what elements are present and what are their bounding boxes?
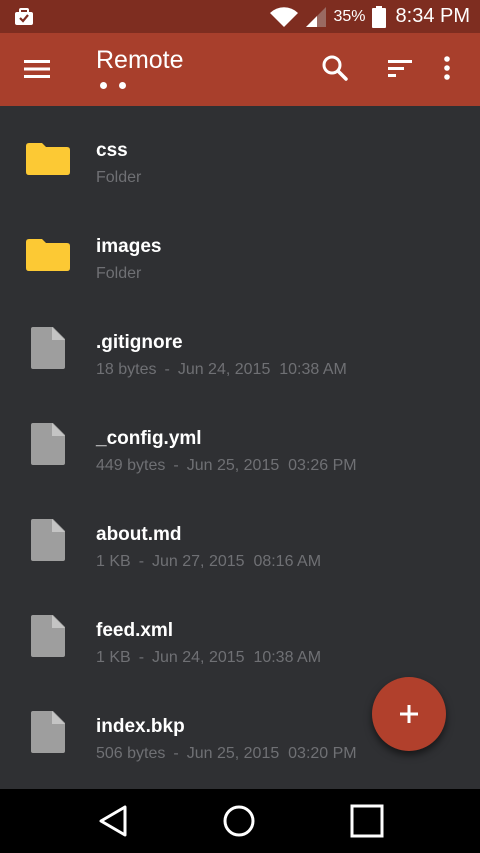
file-meta: Folder	[96, 265, 141, 283]
folder-icon	[26, 143, 70, 175]
search-icon[interactable]	[318, 51, 352, 85]
navigation-bar	[0, 789, 480, 853]
signal-icon	[306, 6, 327, 27]
file-icon	[31, 711, 65, 753]
page-indicator	[100, 82, 126, 89]
page-title: Remote	[96, 46, 184, 74]
battery-percent: 35%	[333, 7, 366, 25]
sort-icon[interactable]	[383, 51, 417, 85]
file-date: Jun 25, 2015	[186, 745, 280, 762]
file-size: 1 KB	[96, 553, 131, 570]
clock: 8:34 PM	[395, 5, 470, 27]
file-name: about.md	[96, 524, 182, 545]
add-icon	[400, 705, 418, 723]
page-indicator-dot	[100, 82, 107, 89]
file-time: 03:26 PM	[288, 457, 357, 474]
list-item[interactable]: css Folder	[0, 106, 480, 202]
file-time: 10:38 AM	[253, 649, 322, 666]
add-fab-button[interactable]	[372, 677, 446, 751]
recents-icon[interactable]	[349, 803, 385, 839]
battery-icon	[371, 5, 386, 28]
file-date: Jun 25, 2015	[186, 457, 280, 474]
file-meta: 1 KB - Jun 27, 2015 08:16 AM	[96, 553, 322, 570]
file-size: Folder	[96, 169, 142, 186]
file-icon	[31, 615, 65, 657]
file-name: css	[96, 140, 128, 161]
file-date: Jun 27, 2015	[152, 553, 245, 570]
file-icon	[31, 423, 65, 465]
briefcase-check-icon	[15, 8, 33, 25]
file-size: 449 bytes	[96, 457, 166, 474]
file-meta: Folder	[96, 169, 141, 187]
app-toolbar: Remote	[0, 33, 480, 106]
list-item[interactable]: _config.yml 449 bytes - Jun 25, 2015 03:26…	[0, 394, 480, 490]
list-item[interactable]: .gitignore 18 bytes - Jun 24, 2015 10:38 A…	[0, 298, 480, 394]
more-vert-icon[interactable]	[430, 51, 464, 85]
file-size: 18 bytes	[96, 361, 157, 378]
file-date: Jun 24, 2015	[152, 649, 245, 666]
folder-icon	[26, 239, 70, 271]
home-icon[interactable]	[221, 803, 257, 839]
file-size: 506 bytes	[96, 745, 166, 762]
file-icon	[31, 519, 65, 561]
file-time: 03:20 PM	[288, 745, 357, 762]
file-name: _config.yml	[96, 428, 202, 449]
file-meta: 18 bytes - Jun 24, 2015 10:38 AM	[96, 361, 347, 378]
file-time: 10:38 AM	[279, 361, 347, 378]
file-time: 08:16 AM	[253, 553, 322, 570]
file-name: .gitignore	[96, 332, 183, 353]
file-name: images	[96, 236, 162, 257]
list-item[interactable]: images Folder	[0, 202, 480, 298]
menu-icon[interactable]	[22, 56, 52, 82]
file-meta: 1 KB - Jun 24, 2015 10:38 AM	[96, 649, 322, 666]
list-item[interactable]: feed.xml 1 KB - Jun 24, 2015 10:38 AM	[0, 586, 480, 682]
page-indicator-dot	[119, 82, 126, 89]
wifi-icon	[270, 6, 299, 27]
back-icon[interactable]	[96, 803, 132, 839]
status-bar: 35% 8:34 PM	[0, 0, 480, 33]
file-name: feed.xml	[96, 620, 174, 641]
file-meta: 449 bytes - Jun 25, 2015 03:26 PM	[96, 457, 357, 474]
list-item[interactable]: about.md 1 KB - Jun 27, 2015 08:16 AM	[0, 490, 480, 586]
file-name: index.bkp	[96, 716, 185, 737]
file-date: Jun 24, 2015	[177, 361, 271, 378]
file-size: Folder	[96, 265, 142, 282]
file-size: 1 KB	[96, 649, 131, 666]
file-meta: 506 bytes - Jun 25, 2015 03:20 PM	[96, 745, 357, 762]
file-icon	[31, 327, 65, 369]
